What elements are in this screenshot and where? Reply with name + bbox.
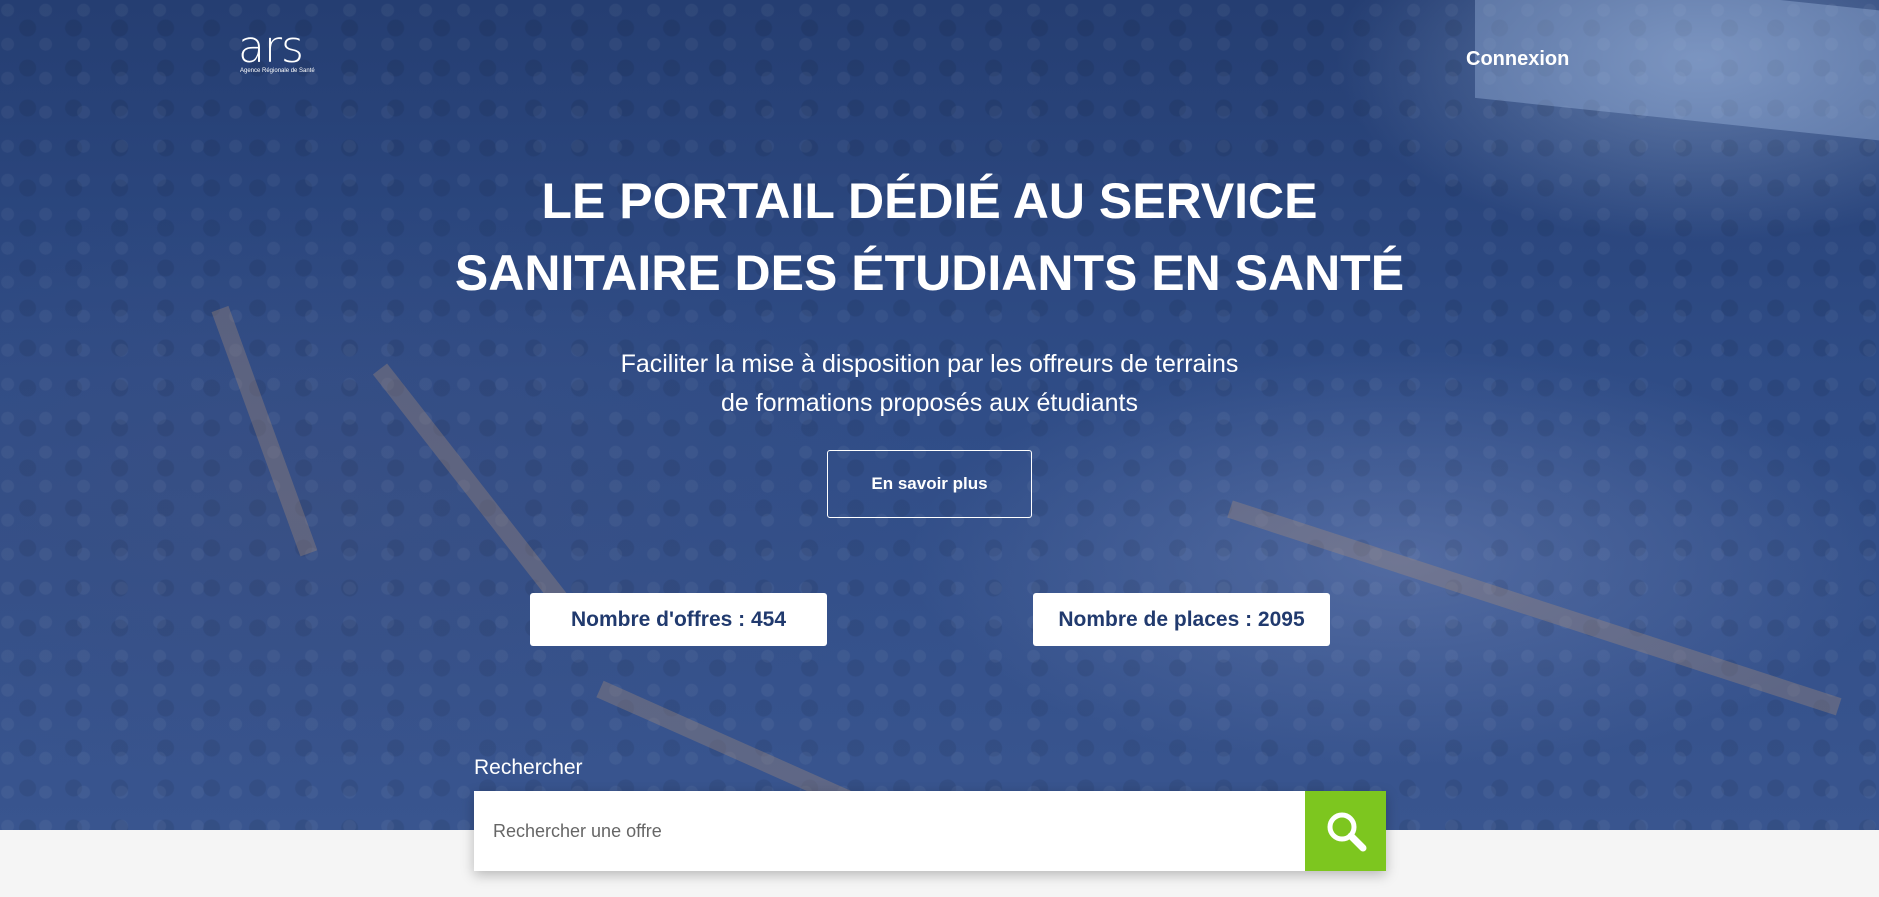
ars-logo[interactable]: ars Agence Régionale de Santé [238,26,324,90]
search-icon [1327,812,1366,852]
offers-count-badge: Nombre d'offres : 454 [530,593,827,646]
title-line-1: LE PORTAIL DÉDIÉ AU SERVICE [541,173,1318,229]
title-line-2: SANITAIRE DES ÉTUDIANTS EN SANTÉ [454,245,1405,301]
search-bar [474,791,1386,871]
hero-subtitle: Faciliter la mise à disposition par les … [0,345,1859,423]
search-label: Rechercher [474,756,583,779]
logo-text: ars [238,22,304,73]
login-link[interactable]: Connexion [1466,48,1569,71]
places-count-badge: Nombre de places : 2095 [1033,593,1330,646]
subtitle-line-1: Faciliter la mise à disposition par les … [620,350,1239,378]
page-title: LE PORTAIL DÉDIÉ AU SERVICE SANITAIRE DE… [0,165,1859,309]
logo-subtitle: Agence Régionale de Santé [240,68,315,74]
search-input[interactable] [474,791,1305,871]
search-button[interactable] [1305,791,1386,871]
subtitle-line-2: de formations proposés aux étudiants [721,389,1138,417]
learn-more-button[interactable]: En savoir plus [827,450,1032,518]
